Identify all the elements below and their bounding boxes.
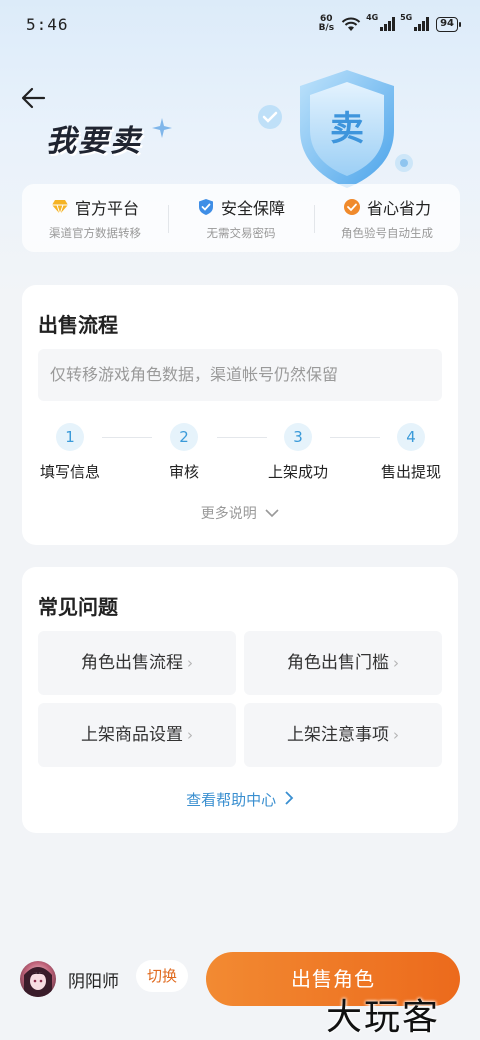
more-info-toggle[interactable]: 更多说明 xyxy=(22,503,458,523)
step-label: 审核 xyxy=(168,463,199,481)
signal-4g-label: 4G xyxy=(366,13,379,22)
step-number: 3 xyxy=(284,423,312,451)
battery-indicator: 94 xyxy=(436,16,461,32)
chevron-right-icon: › xyxy=(393,726,399,744)
sparkle-icon xyxy=(152,118,172,138)
faq-item-label: 上架注意事项 xyxy=(287,725,389,745)
status-bar: 5:46 60 B/s 4G 5G 94 xyxy=(0,0,480,48)
step-label: 上架成功 xyxy=(267,463,328,481)
feature-security: 安全保障 无需交易密码 xyxy=(168,195,314,241)
feature-easy: 省心省力 角色验号自动生成 xyxy=(314,195,460,241)
feature-strip: 官方平台 渠道官方数据转移 安全保障 无需交易密码 省心省力 角色验号自动生成 xyxy=(22,184,460,252)
faq-item-label: 角色出售流程 xyxy=(81,653,183,673)
feature-desc: 角色验号自动生成 xyxy=(341,226,433,240)
process-step: 2 审核 xyxy=(144,423,224,482)
switch-game-button[interactable]: 切换 xyxy=(136,960,188,992)
faq-item-label: 上架商品设置 xyxy=(81,725,183,745)
wifi-icon xyxy=(341,17,361,31)
page-title: 我要卖 xyxy=(46,124,142,159)
process-step: 3 上架成功 xyxy=(258,423,338,482)
chevron-right-icon xyxy=(285,791,294,805)
process-step: 1 填写信息 xyxy=(30,423,110,482)
feature-official: 官方平台 渠道官方数据转移 xyxy=(22,195,168,241)
feature-name: 官方平台 xyxy=(74,199,139,218)
feature-desc: 无需交易密码 xyxy=(206,226,276,240)
shield-icon: 卖 xyxy=(260,70,413,188)
network-speed-unit: B/s xyxy=(318,23,335,33)
signal-4g-icon: 4G xyxy=(366,13,396,31)
step-number: 1 xyxy=(56,423,84,451)
chevron-down-icon xyxy=(265,509,279,518)
check-bubble-icon xyxy=(258,105,282,129)
character-avatar-icon xyxy=(24,967,52,997)
shield-char: 卖 xyxy=(330,109,364,149)
signal-5g-label: 5G xyxy=(400,13,413,22)
faq-item-label: 角色出售门槛 xyxy=(287,653,389,673)
faq-item-listing-settings[interactable]: 上架商品设置 › xyxy=(38,703,236,767)
step-label: 填写信息 xyxy=(39,463,100,481)
game-avatar xyxy=(20,961,56,997)
feature-desc: 渠道官方数据转移 xyxy=(49,226,141,240)
chevron-right-icon: › xyxy=(187,654,193,672)
step-label: 售出提现 xyxy=(380,463,441,481)
help-center-label: 查看帮助中心 xyxy=(186,791,277,809)
chevron-right-icon: › xyxy=(393,654,399,672)
process-step: 4 售出提现 xyxy=(371,423,451,482)
network-speed: 60 B/s xyxy=(319,15,335,33)
status-time: 5:46 xyxy=(26,14,69,34)
help-center-link[interactable]: 查看帮助中心 xyxy=(22,789,458,810)
signal-5g-icon: 5G xyxy=(400,13,430,31)
shield-check-icon xyxy=(198,199,213,215)
check-circle-icon xyxy=(343,199,360,215)
section-title: 出售流程 xyxy=(38,313,118,337)
shield-illustration: 卖 xyxy=(260,58,432,198)
game-name: 阴阳师 xyxy=(68,972,119,992)
chevron-right-icon: › xyxy=(187,726,193,744)
watermark: 大玩客 xyxy=(326,997,441,1038)
sell-process-card: 出售流程 仅转移游戏角色数据，渠道帐号仍然保留 1 填写信息 2 审核 3 上架… xyxy=(22,285,458,545)
process-notice: 仅转移游戏角色数据，渠道帐号仍然保留 xyxy=(38,349,442,401)
more-info-label: 更多说明 xyxy=(200,506,257,522)
faq-item-sell-process[interactable]: 角色出售流程 › xyxy=(38,631,236,695)
section-title: 常见问题 xyxy=(38,595,118,619)
faq-item-listing-notes[interactable]: 上架注意事项 › xyxy=(244,703,442,767)
feature-name: 省心省力 xyxy=(366,199,431,218)
feature-name: 安全保障 xyxy=(220,199,285,218)
step-number: 2 xyxy=(170,423,198,451)
arrow-left-icon xyxy=(21,87,46,109)
back-button[interactable] xyxy=(18,82,50,114)
status-indicators: 60 B/s 4G 5G 94 xyxy=(319,13,461,33)
step-number: 4 xyxy=(397,423,425,451)
faq-card: 常见问题 角色出售流程 › 角色出售门槛 › 上架商品设置 › 上架注意事项 › 查看帮… xyxy=(22,567,458,833)
faq-item-sell-threshold[interactable]: 角色出售门槛 › xyxy=(244,631,442,695)
diamond-icon xyxy=(51,200,68,216)
